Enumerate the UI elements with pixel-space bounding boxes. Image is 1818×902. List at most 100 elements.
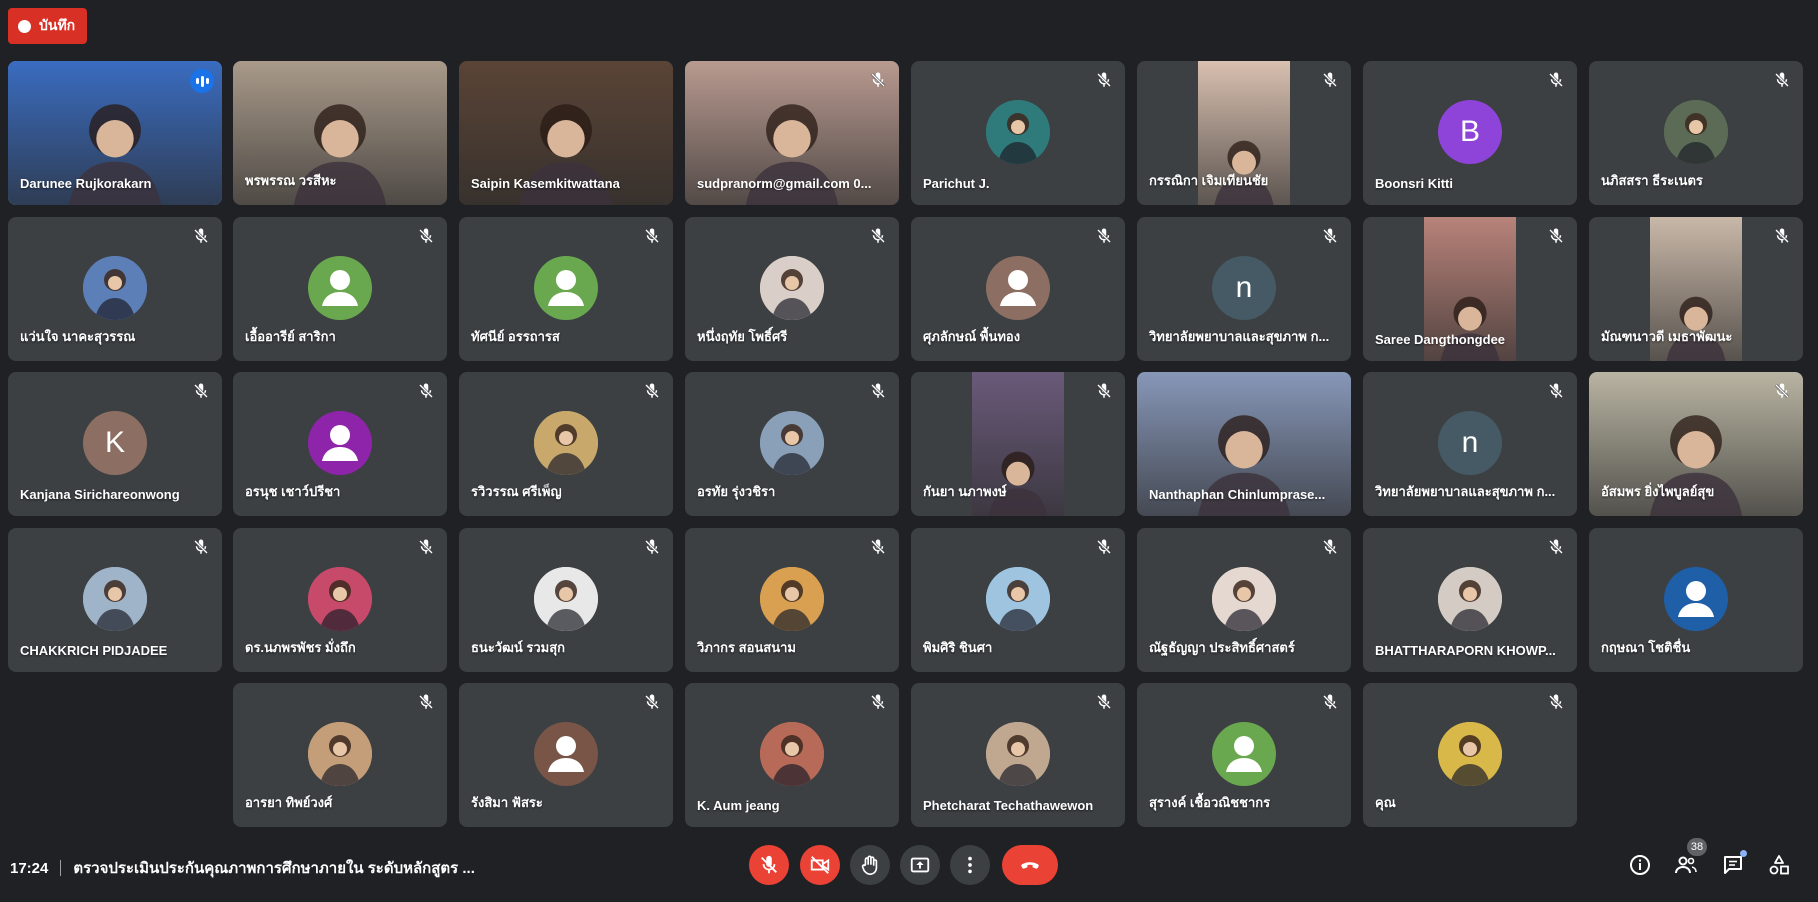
participant-name: Parichut J. — [923, 176, 990, 191]
mic-off-icon — [643, 538, 661, 556]
participant-tile[interactable]: K Kanjana Sirichareonwong — [8, 372, 222, 516]
participant-name: หนึ่งฤทัย โพธิ์ศรี — [697, 329, 788, 344]
avatar-photo — [534, 411, 598, 475]
avatar-photo — [308, 567, 372, 631]
people-button[interactable] — [1673, 852, 1699, 878]
participant-tile[interactable]: คุณ — [1363, 683, 1577, 827]
present-icon — [910, 857, 930, 873]
present-screen-button[interactable] — [900, 845, 940, 885]
participant-tile[interactable]: กันยา นภาพงษ์ — [911, 372, 1125, 516]
participant-name: อรนุช เชาว์ปรีชา — [245, 484, 341, 499]
raise-hand-button[interactable] — [850, 845, 890, 885]
participant-name: นภิสสรา ธีระเนตร — [1601, 173, 1703, 188]
more-options-button[interactable] — [950, 845, 990, 885]
avatar-initial: B — [1438, 100, 1502, 164]
participant-tile[interactable]: ธนะวัฒน์ รวมสุก — [459, 528, 673, 672]
participant-name: ทัศนีย์ อรรถารส — [471, 329, 560, 344]
participant-name: กันยา นภาพงษ์ — [923, 484, 1007, 499]
participant-tile[interactable]: อารยา ทิพย์วงศ์ — [233, 683, 447, 827]
participant-tile[interactable]: ดร.นภพรพัชร มั่งถึก — [233, 528, 447, 672]
avatar-photo — [760, 411, 824, 475]
mic-off-icon — [869, 538, 887, 556]
participant-tile[interactable]: อรทัย รุ่งวชิรา — [685, 372, 899, 516]
participant-tile[interactable]: พรพรรณ วรสีหะ — [233, 61, 447, 205]
participant-name: รวิวรรณ ศรีเพ็ญ — [471, 484, 562, 499]
mic-off-icon — [1773, 71, 1791, 89]
participant-tile[interactable]: อรนุช เชาว์ปรีชา — [233, 372, 447, 516]
participant-tile[interactable]: B Boonsri Kitti — [1363, 61, 1577, 205]
default-avatar-icon — [1212, 722, 1276, 786]
participant-tile[interactable]: CHAKKRICH PIDJADEE — [8, 528, 222, 672]
avatar-photo — [760, 256, 824, 320]
participant-tile[interactable]: Parichut J. — [911, 61, 1125, 205]
participant-tile[interactable]: Saipin Kasemkitwattana — [459, 61, 673, 205]
mic-off-icon — [417, 227, 435, 245]
participant-name: อรทัย รุ่งวชิรา — [697, 484, 776, 499]
meeting-info: 17:24 ตรวจประเมินประกันคุณภาพการศึกษาภาย… — [10, 856, 475, 880]
participant-tile[interactable]: สุรางค์ เชื้อวณิชชากร — [1137, 683, 1351, 827]
avatar-photo — [83, 567, 147, 631]
default-avatar-icon — [534, 722, 598, 786]
participant-tile[interactable]: กฤษณา โชติชื่น — [1589, 528, 1803, 672]
participant-name: มัณฑนาวดี เมธาพัฒนะ — [1601, 329, 1733, 344]
mic-off-icon — [1547, 227, 1565, 245]
meeting-details-button[interactable] — [1627, 852, 1653, 878]
participant-name: วิทยาลัยพยาบาลและสุขภาพ ก... — [1149, 329, 1330, 344]
participant-tile[interactable]: กรรณิกา เจิมเทียนชัย — [1137, 61, 1351, 205]
participant-tile[interactable]: วิภากร สอนสนาม — [685, 528, 899, 672]
avatar-initial: n — [1438, 411, 1502, 475]
avatar-photo — [1212, 567, 1276, 631]
mic-off-icon — [1547, 382, 1565, 400]
activities-button[interactable] — [1766, 852, 1792, 878]
mic-off-icon — [1547, 538, 1565, 556]
recording-badge[interactable]: บันทึก — [8, 8, 88, 44]
participant-name: Saipin Kasemkitwattana — [471, 176, 620, 191]
participant-name: คุณ — [1375, 795, 1396, 810]
camera-toggle-button[interactable] — [800, 845, 840, 885]
participant-name: แว่นใจ นาคะสุวรรณ — [20, 329, 136, 344]
participant-name: อารยา ทิพย์วงศ์ — [245, 795, 333, 810]
participant-tile[interactable]: n วิทยาลัยพยาบาลและสุขภาพ ก... — [1363, 372, 1577, 516]
mic-off-icon — [1095, 227, 1113, 245]
meeting-title[interactable]: ตรวจประเมินประกันคุณภาพการศึกษาภายใน ระด… — [73, 856, 475, 880]
mic-off-icon — [1321, 538, 1339, 556]
mic-off-icon — [417, 382, 435, 400]
participant-name: กรรณิกา เจิมเทียนชัย — [1149, 173, 1269, 188]
participant-tile[interactable]: แว่นใจ นาคะสุวรรณ — [8, 217, 222, 361]
mic-toggle-button[interactable] — [749, 845, 789, 885]
mic-off-icon — [869, 693, 887, 711]
participant-tile[interactable]: Saree Dangthongdee — [1363, 217, 1577, 361]
avatar-photo — [760, 722, 824, 786]
participant-tile[interactable]: n วิทยาลัยพยาบาลและสุขภาพ ก... — [1137, 217, 1351, 361]
participant-tile[interactable]: Nanthaphan Chinlumprase... — [1137, 372, 1351, 516]
participant-tile[interactable]: ทัศนีย์ อรรถารส — [459, 217, 673, 361]
participant-tile[interactable]: Phetcharat Techathawewon — [911, 683, 1125, 827]
participant-tile[interactable]: พิมศิริ ชินศา — [911, 528, 1125, 672]
mic-off-icon — [192, 382, 210, 400]
mic-off-icon — [643, 227, 661, 245]
mic-off-icon — [869, 71, 887, 89]
mic-off-icon — [417, 538, 435, 556]
participant-tile[interactable]: BHATTHARAPORN KHOWP... — [1363, 528, 1577, 672]
participant-tile[interactable]: นภิสสรา ธีระเนตร — [1589, 61, 1803, 205]
mic-off-icon — [1095, 382, 1113, 400]
participant-name: Darunee Rujkorakarn — [20, 176, 152, 191]
participant-tile[interactable]: ศุภลักษณ์ พื้นทอง — [911, 217, 1125, 361]
participant-name: Nanthaphan Chinlumprase... — [1149, 487, 1326, 502]
participant-tile[interactable]: มัณฑนาวดี เมธาพัฒนะ — [1589, 217, 1803, 361]
participant-tile[interactable]: อัสมพร ยิ่งไพบูลย์สุข — [1589, 372, 1803, 516]
participant-tile[interactable]: K. Aum jeang — [685, 683, 899, 827]
participant-name: ดร.นภพรพัชร มั่งถึก — [245, 640, 356, 655]
leave-call-button[interactable] — [1002, 845, 1058, 885]
participant-tile[interactable]: เอื้ออารีย์ สาริกา — [233, 217, 447, 361]
participant-name: เอื้ออารีย์ สาริกา — [245, 329, 336, 344]
participant-tile[interactable]: รวิวรรณ ศรีเพ็ญ — [459, 372, 673, 516]
participant-tile[interactable]: ณัฐธัญญา ประสิทธิ์ศาสตร์ — [1137, 528, 1351, 672]
participant-name: K. Aum jeang — [697, 798, 780, 813]
participant-tile[interactable]: รังสิมา ฟัสระ — [459, 683, 673, 827]
avatar-photo — [760, 567, 824, 631]
participant-tile[interactable]: sudpranorm@gmail.com 0... — [685, 61, 899, 205]
participant-tile[interactable]: Darunee Rujkorakarn — [8, 61, 222, 205]
participant-tile[interactable]: หนึ่งฤทัย โพธิ์ศรี — [685, 217, 899, 361]
mic-off-icon — [869, 227, 887, 245]
